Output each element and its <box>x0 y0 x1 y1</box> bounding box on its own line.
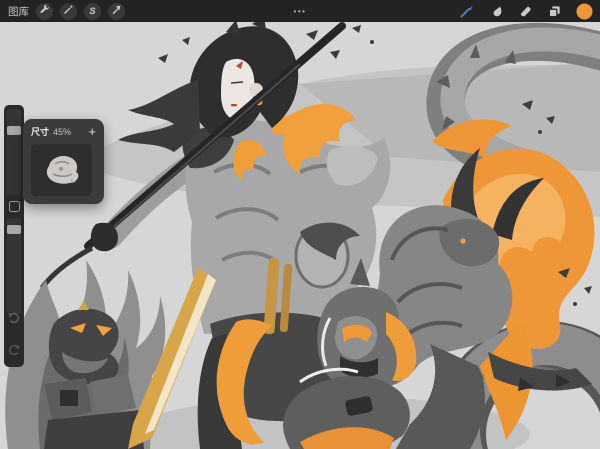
selection-button[interactable]: S <box>84 3 101 20</box>
drawing-canvas[interactable] <box>0 22 600 449</box>
eraser-button[interactable] <box>518 4 533 19</box>
smudge-finger-icon <box>489 4 504 19</box>
adjustments-button[interactable] <box>60 3 77 20</box>
brush-stroke-preview <box>31 144 92 196</box>
brush-size-slider[interactable] <box>7 109 21 195</box>
top-toolbar: 图库 S <box>0 0 600 22</box>
modify-button[interactable] <box>9 201 20 212</box>
brush-size-handle[interactable] <box>7 126 21 135</box>
brush-sidebar <box>4 105 24 367</box>
color-swatch-button[interactable] <box>576 3 593 20</box>
right-tool-group <box>459 0 593 22</box>
layers-icon <box>547 4 562 19</box>
magic-wand-icon <box>63 2 74 20</box>
smudge-button[interactable] <box>489 4 504 19</box>
canvas-artwork <box>0 22 600 449</box>
add-size-preset-button[interactable]: + <box>88 127 96 136</box>
wrench-icon <box>39 2 50 20</box>
brush-opacity-handle[interactable] <box>7 225 21 234</box>
undo-arrow-icon <box>7 311 21 325</box>
redo-button[interactable] <box>7 343 21 357</box>
color-swatch-icon <box>576 3 593 20</box>
gallery-button[interactable]: 图库 <box>0 4 29 19</box>
left-tool-group: S <box>36 3 125 20</box>
selection-s-icon: S <box>89 7 95 16</box>
actions-button[interactable] <box>36 3 53 20</box>
paint-brush-icon <box>459 3 475 19</box>
size-value: 45% <box>53 127 71 137</box>
brush-preview-blob <box>31 144 92 196</box>
undo-button[interactable] <box>7 311 21 325</box>
size-label: 尺寸 <box>31 125 49 138</box>
transform-arrow-icon <box>111 2 122 20</box>
transform-button[interactable] <box>108 3 125 20</box>
layers-button[interactable] <box>547 4 562 19</box>
brush-size-popup: 尺寸 45% + <box>23 119 104 204</box>
redo-arrow-icon <box>7 343 21 357</box>
paint-brush-button[interactable] <box>459 3 475 19</box>
eraser-icon <box>518 4 533 19</box>
